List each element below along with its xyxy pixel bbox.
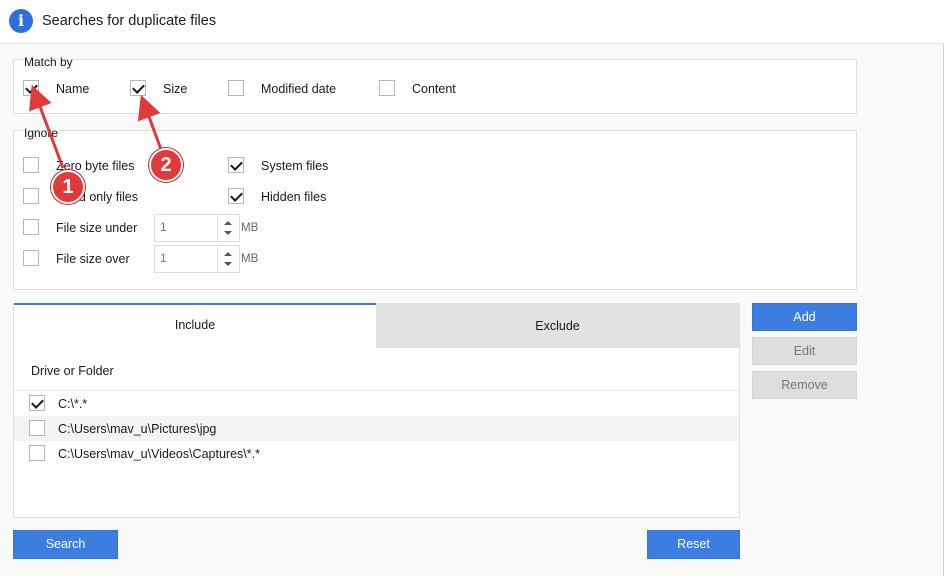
- annotation-arrow-2: [137, 94, 164, 153]
- annotation-arrows: [28, 84, 164, 169]
- annotation-arrow-1: [28, 84, 65, 169]
- annotation-badge-2: 2: [149, 148, 183, 182]
- annotation-badge-1: 1: [51, 170, 85, 204]
